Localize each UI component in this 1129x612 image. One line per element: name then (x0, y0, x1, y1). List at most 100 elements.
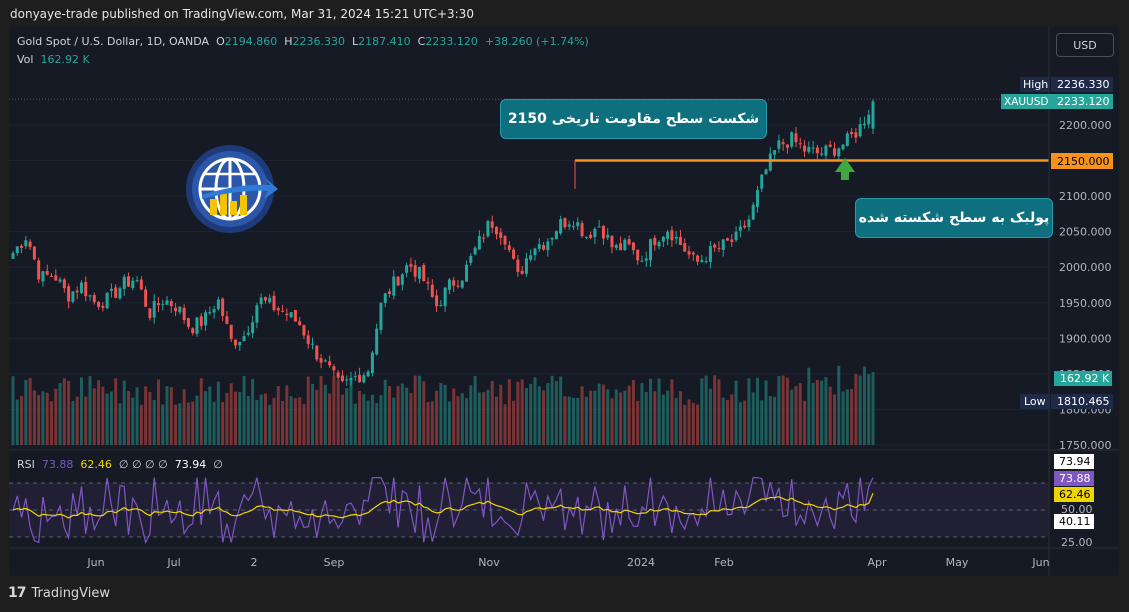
candle-body (233, 339, 237, 346)
volume-bar (71, 400, 75, 445)
candle-body (743, 225, 747, 228)
volume-legend[interactable]: Vol 162.92 K (17, 53, 90, 66)
candle-body (426, 282, 430, 284)
time-axis-label: Nov (478, 556, 500, 569)
volume-bar (678, 391, 682, 445)
volume-bar (443, 384, 447, 445)
candle-body (721, 239, 725, 250)
candle-body (610, 235, 614, 248)
candle-body (636, 249, 640, 261)
volume-bar (477, 392, 481, 445)
volume-bar (640, 382, 644, 445)
volume-bar (204, 391, 208, 445)
candle-body (777, 140, 781, 149)
footer[interactable]: 𝟭𝟳 TradingView (8, 585, 110, 601)
volume-bar (306, 376, 310, 445)
candle-body (755, 190, 759, 207)
candle-body (507, 245, 511, 250)
candle-body (871, 101, 875, 129)
candle-body (272, 295, 276, 310)
volume-bar (340, 394, 344, 445)
candle-body (88, 295, 92, 297)
volume-bar (135, 387, 139, 445)
candle-body (285, 313, 289, 316)
price-tick-label: 2200.000 (1059, 119, 1112, 132)
volume-bar (332, 376, 336, 445)
candle-body (768, 153, 772, 171)
volume-bar (696, 404, 700, 445)
candle-body (794, 133, 798, 143)
volume-bar (199, 378, 203, 445)
candle-body (156, 303, 160, 305)
candle-body (460, 280, 464, 288)
candle-body (221, 298, 225, 317)
candle-body (92, 294, 96, 303)
candle-body (24, 240, 28, 247)
volume-bar (580, 386, 584, 445)
currency-button[interactable]: USD (1056, 33, 1114, 57)
volume-bar (550, 375, 554, 445)
volume-bar (11, 376, 15, 445)
candle-body (858, 124, 862, 137)
level-price-badge: 2150.000 (1051, 153, 1113, 169)
candle-body (477, 236, 481, 250)
volume-bar (631, 380, 635, 445)
volume-bar (311, 383, 314, 445)
candle-body (366, 371, 370, 377)
candle-body (358, 374, 362, 383)
rsi-legend[interactable]: RSI 73.88 62.46 ∅ ∅ ∅ ∅ 73.94 ∅ (17, 458, 223, 471)
volume-bar (41, 391, 45, 445)
volume-bar (208, 386, 212, 445)
volume-bar (738, 402, 742, 445)
candle-body (182, 307, 186, 321)
candle-body (529, 255, 533, 260)
candle-body (631, 242, 635, 251)
volume-bar (512, 400, 516, 445)
open-value: 2194.860 (224, 35, 278, 48)
volume-bar (687, 399, 691, 445)
symbol-legend[interactable]: Gold Spot / U.S. Dollar, 1D, OANDA O2194… (17, 35, 589, 48)
volume-bar (396, 385, 400, 445)
candle-body (139, 279, 143, 290)
volume-bar (161, 404, 165, 445)
volume-bar (871, 372, 875, 445)
close-value: 2233.120 (425, 35, 478, 48)
candle-body (383, 293, 387, 303)
volume-bar (837, 365, 841, 445)
chart-area[interactable]: 2200.000 2150.000 2100.000 2050.000 2000.000… (9, 27, 1119, 576)
volume-bar (328, 393, 332, 445)
candle-body (306, 335, 310, 344)
candle-body (798, 143, 802, 145)
candle-body (465, 264, 469, 282)
volume-bar (92, 388, 96, 445)
candle-body (627, 239, 631, 245)
volume-bar (186, 402, 190, 445)
volume-bar (507, 379, 511, 445)
volume-bar (366, 400, 370, 445)
volume-bar (62, 378, 66, 445)
volume-bar (773, 396, 777, 445)
volume-bar (426, 402, 430, 445)
volume-bar (494, 396, 498, 445)
volume-bar (20, 395, 24, 445)
candle-body (79, 282, 83, 293)
time-axis-label: Jul (166, 556, 180, 569)
volume-bar (537, 386, 541, 445)
candle-body (790, 132, 794, 147)
svg-text:73.88: 73.88 (1059, 472, 1091, 485)
candle-body (576, 222, 580, 227)
candle-body (807, 147, 811, 152)
candle-body (165, 300, 169, 305)
candle-body (734, 231, 738, 241)
candle-body (15, 246, 19, 254)
svg-text:XAUUSD: XAUUSD (1004, 96, 1049, 108)
volume-bar (717, 379, 721, 445)
candle-body (259, 297, 263, 305)
svg-text:62.46: 62.46 (1059, 488, 1091, 501)
chart-frame: donyaye-trade published on TradingView.c… (0, 0, 1129, 612)
volume-bar (379, 395, 383, 445)
volume-bar (563, 396, 567, 445)
volume-bar (323, 384, 327, 445)
candle-body (867, 114, 871, 125)
volume-bar (824, 377, 828, 445)
